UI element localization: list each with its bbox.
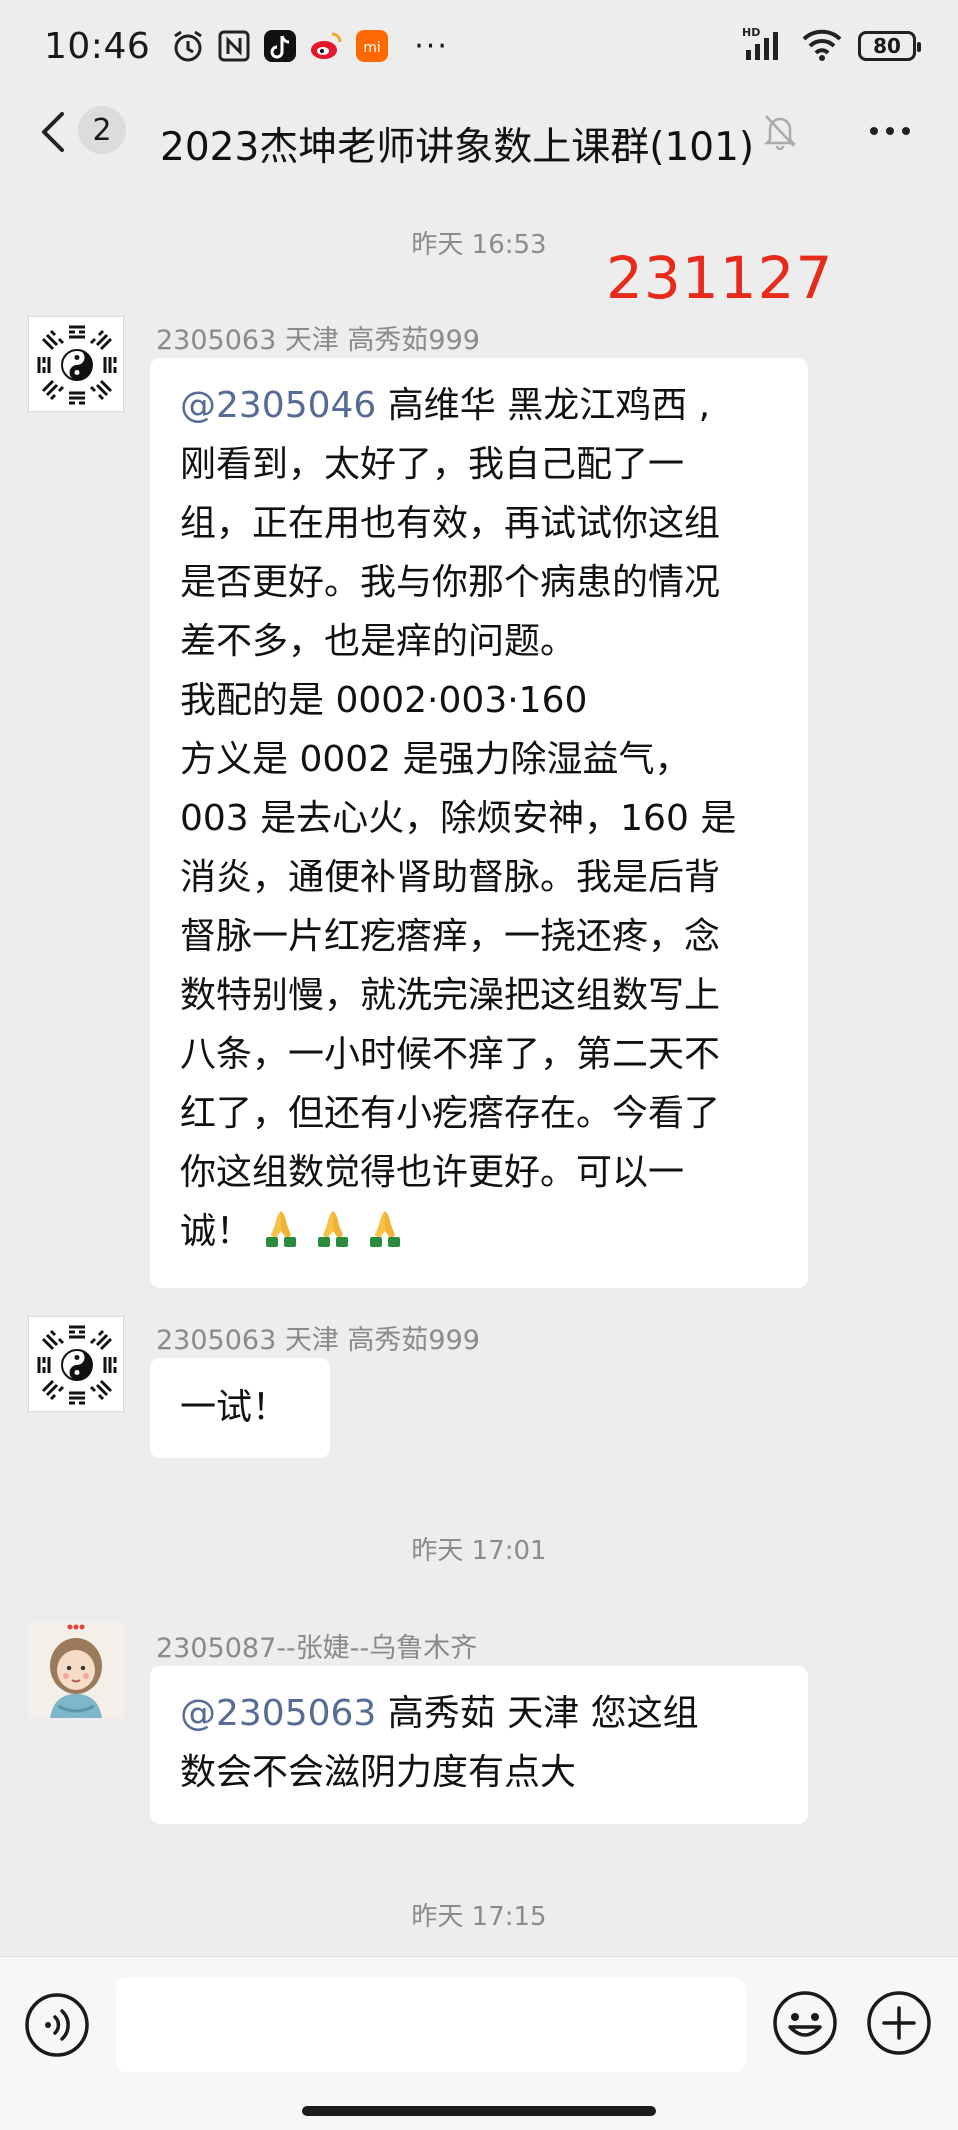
- chat-title: 2023杰坤老师讲象数上课群(101): [160, 125, 755, 170]
- message-line: 督脉一片红疙瘩痒，一挠还疼，念: [180, 916, 721, 957]
- yin-yang-bagua-icon: [29, 317, 123, 411]
- mute-bell-icon: [762, 112, 798, 151]
- avatar[interactable]: [28, 1622, 124, 1718]
- yin-yang-bagua-icon: [29, 1317, 123, 1411]
- message-line: 003 是去心火，除烦安神，160 是: [180, 798, 737, 839]
- unread-count-badge[interactable]: 2: [78, 106, 126, 154]
- message-line: 组，正在用也有效，再试试你这组: [180, 503, 721, 544]
- message-line: 方义是 0002 是强力除湿益气，: [180, 739, 691, 780]
- more-icon[interactable]: [866, 116, 914, 146]
- message-line: @2305046 高维华 黑龙江鸡西 ,: [180, 385, 711, 426]
- message-line: 你这组数觉得也许更好。可以一: [180, 1152, 685, 1193]
- back-icon[interactable]: [36, 112, 72, 152]
- message-line: 是否更好。我与你那个病患的情况: [180, 562, 721, 603]
- cartoon-girl-avatar-icon: [28, 1622, 124, 1718]
- message-line: 红了，但还有小疙瘩存在。今看了: [180, 1093, 721, 1134]
- message-line: 数特别慢，就洗完澡把这组数写上: [180, 975, 721, 1016]
- message-line: 消炎，通便补肾助督脉。我是后背: [180, 857, 721, 898]
- avatar[interactable]: [28, 316, 124, 412]
- message-bubble[interactable]: @2305046 高维华 黑龙江鸡西 , 刚看到，太好了，我自己配了一 组，正在…: [150, 358, 808, 1288]
- message-line: @2305063 高秀茹 天津 您这组: [180, 1693, 699, 1734]
- signal-icon: HD: [742, 26, 786, 66]
- home-indicator[interactable]: [302, 2106, 656, 2116]
- message-line: 八条，一小时候不痒了，第二天不: [180, 1034, 721, 1075]
- mention-link[interactable]: @2305046: [180, 385, 376, 426]
- message-line: 诚！: [180, 1202, 780, 1261]
- status-more: ···: [414, 28, 449, 64]
- folded-hands-icon: [310, 1207, 356, 1249]
- network-label: HD: [742, 26, 760, 39]
- message-bubble[interactable]: @2305063 高秀茹 天津 您这组 数会不会滋阴力度有点大: [150, 1666, 808, 1824]
- sender-name: 2305087--张婕--乌鲁木齐: [156, 1633, 478, 1664]
- folded-hands-icon: [258, 1207, 304, 1249]
- red-annotation-label: 231127: [606, 244, 834, 312]
- sender-name: 2305063 天津 高秀茹999: [156, 325, 480, 356]
- status-bar: 10:46 mi ··· HD 80: [0, 0, 958, 92]
- nfc-icon: [216, 28, 252, 64]
- message-line: 差不多，也是痒的问题。: [180, 621, 577, 662]
- message-line: 刚看到，太好了，我自己配了一: [180, 444, 685, 485]
- chat-timestamp: 昨天 17:01: [411, 1536, 547, 1566]
- plus-icon[interactable]: [866, 1990, 932, 2056]
- voice-icon[interactable]: [24, 1992, 90, 2058]
- message-input[interactable]: [116, 1978, 746, 2072]
- sender-name: 2305063 天津 高秀茹999: [156, 1325, 480, 1356]
- tiktok-icon: [262, 28, 298, 64]
- battery-indicator: 80: [858, 31, 921, 61]
- emoji-icon[interactable]: [772, 1990, 838, 2056]
- status-time: 10:46: [44, 25, 151, 67]
- avatar[interactable]: [28, 1316, 124, 1412]
- folded-hands-icon: [362, 1207, 408, 1249]
- message-line: 一试！: [180, 1387, 289, 1428]
- status-right: HD 80: [742, 26, 921, 66]
- svg-text:mi: mi: [363, 40, 381, 56]
- wifi-icon: [802, 27, 842, 65]
- chat-timestamp: 昨天 17:15: [411, 1902, 547, 1932]
- message-line: 我配的是 0002·003·160: [180, 680, 588, 721]
- mention-link[interactable]: @2305063: [180, 1693, 376, 1734]
- mi-store-icon: mi: [354, 28, 390, 64]
- message-bubble[interactable]: 一试！: [150, 1358, 330, 1458]
- weibo-icon: [308, 28, 344, 64]
- message-line: 数会不会滋阴力度有点大: [180, 1752, 577, 1793]
- alarm-icon: [170, 28, 206, 64]
